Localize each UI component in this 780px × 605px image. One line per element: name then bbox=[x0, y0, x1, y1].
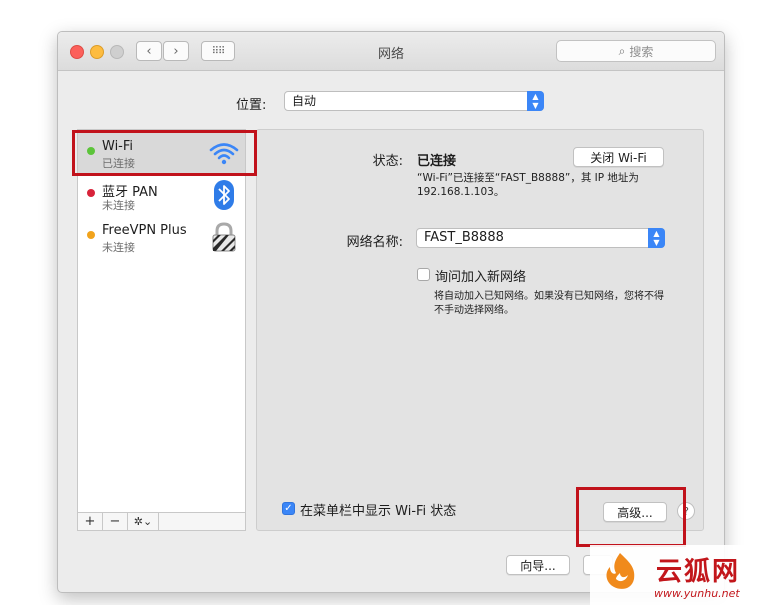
service-detail-pane: 状态: 已连接 关闭 Wi-Fi “Wi-Fi”已连接至“FAST_B8888”… bbox=[256, 129, 704, 531]
watermark: 云狐网 www.yunhu.net bbox=[590, 545, 780, 605]
service-status: 未连接 bbox=[102, 241, 135, 254]
ask-to-join-label: 询问加入新网络 bbox=[435, 270, 527, 285]
service-list-toolbar: + − ✲⌄ bbox=[77, 512, 246, 531]
ask-to-join-description: 将自动加入已知网络。如果没有已知网络，您将不得不手动选择网络。 bbox=[434, 291, 664, 316]
status-dot bbox=[87, 189, 95, 197]
show-in-menubar-checkbox[interactable]: ✓ bbox=[282, 502, 295, 515]
watermark-text: 云狐网 bbox=[656, 557, 741, 587]
status-dot bbox=[87, 231, 95, 239]
ask-to-join-checkbox[interactable] bbox=[417, 268, 430, 281]
highlight-box-advanced bbox=[576, 487, 686, 547]
service-name: FreeVPN Plus bbox=[102, 223, 187, 238]
fox-logo-icon bbox=[606, 553, 635, 589]
status-description: “Wi-Fi”已连接至“FAST_B8888”，其 IP 地址为 192.168… bbox=[417, 172, 639, 198]
network-name-select[interactable]: FAST_B8888 ▲ ▼ bbox=[416, 228, 665, 248]
turn-wifi-off-button[interactable]: 关闭 Wi-Fi bbox=[573, 147, 664, 167]
location-label: 位置: bbox=[236, 98, 267, 113]
title-bar: ‹ › ⠿⠿ 网络 ⌕ 搜索 bbox=[58, 32, 724, 71]
assistant-button[interactable]: 向导... bbox=[506, 555, 570, 575]
bluetooth-icon bbox=[214, 180, 234, 210]
service-item-freevpn-plus[interactable]: FreeVPN Plus 未连接 bbox=[78, 216, 245, 258]
location-select[interactable]: 自动 ▲ ▼ bbox=[284, 91, 544, 111]
select-arrows-icon: ▲ ▼ bbox=[527, 91, 544, 111]
watermark-url: www.yunhu.net bbox=[654, 587, 740, 600]
show-in-menubar-label: 在菜单栏中显示 Wi-Fi 状态 bbox=[300, 504, 457, 519]
status-value: 已连接 bbox=[417, 154, 457, 169]
remove-service-button[interactable]: − bbox=[103, 513, 128, 530]
service-status: 未连接 bbox=[102, 199, 135, 212]
search-placeholder: 搜索 bbox=[629, 44, 654, 59]
highlight-box-wifi bbox=[72, 130, 257, 176]
status-label: 状态: bbox=[372, 154, 403, 169]
service-list: Wi-Fi 已连接 蓝牙 PAN 未连接 FreeVPN Plus 未连接 bbox=[77, 129, 246, 514]
gear-menu-button[interactable]: ✲⌄ bbox=[128, 513, 159, 530]
search-icon: ⌕ bbox=[618, 43, 626, 58]
select-arrows-icon: ▲ ▼ bbox=[648, 228, 665, 248]
service-item-bluetooth-pan[interactable]: 蓝牙 PAN 未连接 bbox=[78, 174, 245, 216]
location-value: 自动 bbox=[292, 94, 317, 108]
vpn-lock-icon bbox=[212, 222, 236, 252]
gear-icon: ✲⌄ bbox=[133, 515, 153, 528]
search-field[interactable]: ⌕ 搜索 bbox=[556, 40, 716, 62]
add-service-button[interactable]: + bbox=[78, 513, 103, 530]
network-name-label: 网络名称: bbox=[346, 235, 403, 250]
network-name-value: FAST_B8888 bbox=[424, 230, 504, 245]
checkmark-icon: ✓ bbox=[284, 503, 293, 514]
